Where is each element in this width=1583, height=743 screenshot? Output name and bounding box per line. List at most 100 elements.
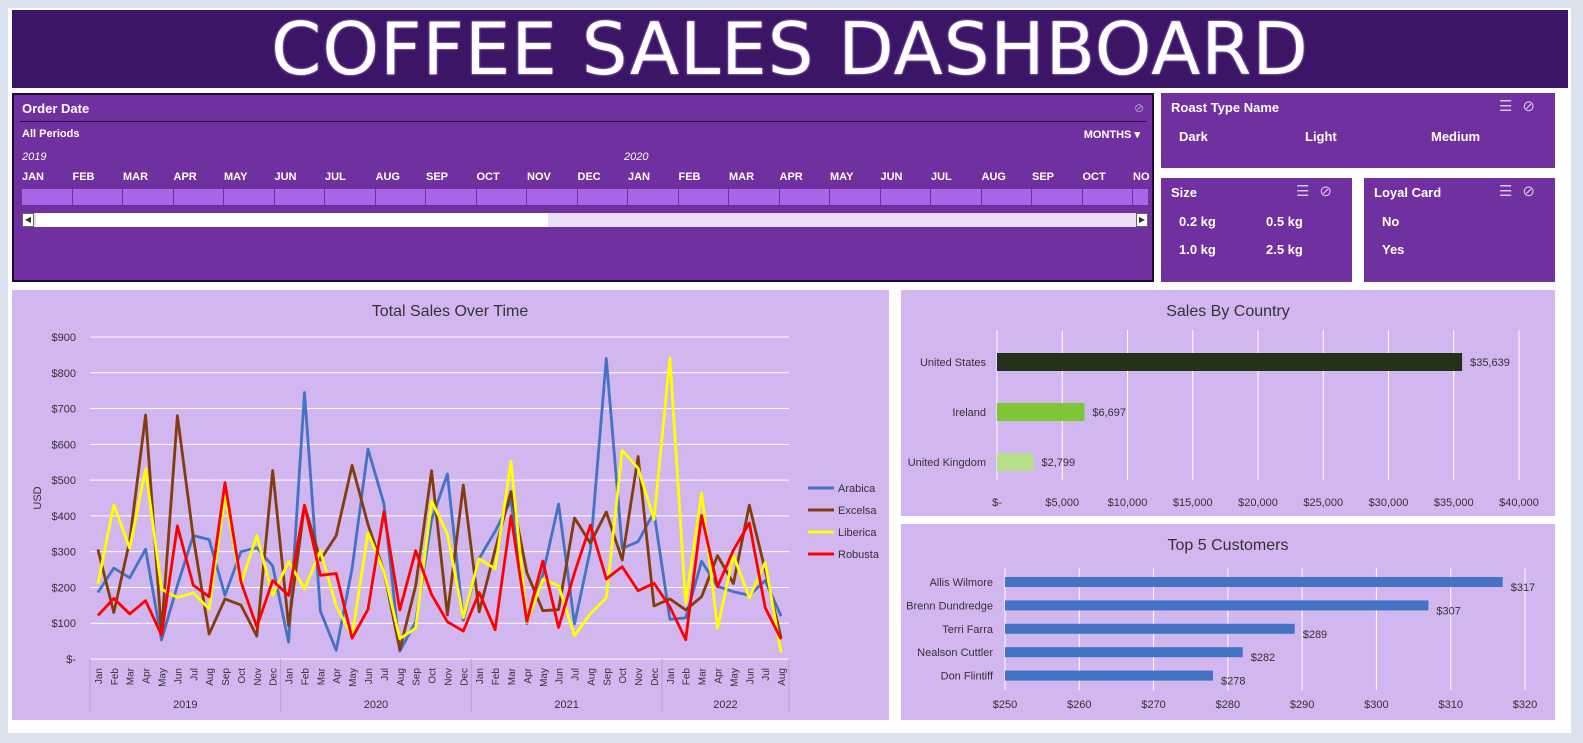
clear-filter-icon[interactable]: ⊘ — [1522, 98, 1545, 115]
timeline-month-cell[interactable] — [22, 189, 72, 205]
x-tick-label: Jan — [666, 668, 677, 684]
x-tick-label: Jul — [189, 668, 200, 681]
slicer-item-size[interactable]: 1.0 kg — [1179, 242, 1216, 257]
timeline-month-label: SEP — [426, 171, 449, 183]
clear-filter-icon[interactable]: ⊘ — [1522, 183, 1545, 200]
timeline-month-cell[interactable] — [224, 189, 274, 205]
sales-by-country-card: Sales By Country $- $5,000 $10,000 $15,000 $2… — [901, 290, 1555, 516]
timeline-month-cell[interactable] — [173, 189, 223, 205]
scroll-left-icon[interactable]: ◀ — [22, 213, 34, 227]
x-tick-label: $290 — [1290, 699, 1314, 711]
timeline-year-label: 2020 — [624, 151, 649, 163]
y-tick-label: $800 — [52, 368, 76, 380]
chevron-down-icon: ▾ — [1134, 129, 1140, 141]
x-tick-label: $320 — [1513, 699, 1537, 711]
slicer-item-size[interactable]: 2.5 kg — [1266, 242, 1303, 257]
clear-filter-icon[interactable]: ⊘ — [1319, 183, 1342, 200]
x-tick-label: Mar — [126, 667, 137, 685]
slicer-item-light[interactable]: Light — [1305, 129, 1337, 144]
timeline-month-label: APR — [779, 171, 803, 183]
timeline-month-cell[interactable] — [779, 189, 829, 205]
timeline-month-cell[interactable] — [426, 189, 476, 205]
order-date-timeline[interactable]: Order Date ⊘ All Periods MONTHS ▾ 2019 2… — [12, 93, 1154, 282]
timeline-month-cell[interactable] — [931, 189, 981, 205]
timeline-month-cell[interactable] — [1082, 189, 1132, 205]
x-tick-label: Jul — [380, 668, 391, 681]
data-label: $35,639 — [1470, 357, 1510, 369]
timeline-month-label: DEC — [577, 171, 601, 183]
timeline-month-cell[interactable] — [577, 189, 627, 205]
x-tick-label: Feb — [491, 668, 502, 686]
data-label: $307 — [1436, 605, 1460, 617]
category-label: Brenn Dundredge — [906, 600, 993, 612]
x-tick-label: Oct — [237, 668, 248, 684]
timeline-month-cell[interactable] — [880, 189, 930, 205]
multi-select-icon[interactable]: ☰ — [1499, 183, 1522, 200]
category-label: Don Flintiff — [941, 671, 994, 683]
y-tick-label: $200 — [52, 582, 76, 594]
x-tick-label: Jan — [285, 668, 296, 684]
timeline-month-cell[interactable] — [1133, 189, 1148, 205]
multi-select-icon[interactable]: ☰ — [1296, 183, 1319, 200]
x-tick-label: Jun — [745, 668, 756, 684]
legend-label: Arabica — [838, 483, 876, 495]
x-tick-label: $310 — [1438, 699, 1462, 711]
timeline-month-cell[interactable] — [729, 189, 779, 205]
top-customers-card: Top 5 Customers $250 $260 $270 $280 $290 $300 $… — [901, 524, 1555, 720]
timeline-granularity-dropdown[interactable]: MONTHS ▾ — [1084, 128, 1140, 141]
multi-select-icon[interactable]: ☰ — [1499, 98, 1522, 115]
slicer-item-size[interactable]: 0.5 kg — [1266, 214, 1303, 229]
timeline-month-cell[interactable] — [981, 189, 1031, 205]
x-tick-label: $260 — [1067, 699, 1091, 711]
loyal-card-slicer[interactable]: Loyal Card ☰⊘ No Yes — [1364, 178, 1555, 282]
sales-by-country-chart: Sales By Country $- $5,000 $10,000 $15,000 $2… — [908, 303, 1539, 509]
timeline-period-label: All Periods — [22, 128, 80, 140]
slicer-item-no[interactable]: No — [1382, 214, 1399, 229]
slicer-item-yes[interactable]: Yes — [1382, 242, 1404, 257]
y-axis-label: USD — [32, 486, 44, 509]
timeline-header: Order Date — [22, 101, 90, 116]
timeline-month-cell[interactable] — [375, 189, 425, 205]
y-tick-label: $600 — [52, 439, 76, 451]
timeline-month-label: MAY — [830, 171, 854, 183]
category-label: Nealson Cuttler — [917, 647, 993, 659]
bar — [1005, 600, 1429, 611]
top-customers-chart: Top 5 Customers $250 $260 $270 $280 $290 $300 $… — [906, 537, 1537, 711]
timeline-month-cell[interactable] — [325, 189, 375, 205]
bar — [997, 403, 1085, 421]
x-tick-label: Sep — [412, 668, 423, 686]
x-tick-label: Nov — [443, 668, 454, 686]
timeline-month-cell[interactable] — [476, 189, 526, 205]
size-slicer[interactable]: Size ☰⊘ 0.2 kg 0.5 kg 1.0 kg 2.5 kg — [1161, 178, 1352, 282]
timeline-month-cell[interactable] — [678, 189, 728, 205]
timeline-month-cell[interactable] — [1032, 189, 1082, 205]
timeline-month-cell[interactable] — [527, 189, 577, 205]
x-tick-label: $10,000 — [1108, 497, 1148, 509]
timeline-month-label: OCT — [476, 171, 500, 183]
timeline-month-label: JUN — [880, 171, 903, 183]
roast-type-slicer[interactable]: Roast Type Name ☰⊘ Dark Light Medium — [1161, 93, 1555, 168]
scroll-right-icon[interactable]: ▶ — [1136, 213, 1148, 227]
legend-label: Robusta — [838, 549, 880, 561]
slicer-item-dark[interactable]: Dark — [1179, 129, 1208, 144]
y-tick-label: $900 — [52, 332, 76, 344]
slicer-header: Roast Type Name — [1171, 100, 1280, 115]
data-label: $317 — [1511, 582, 1535, 594]
x-tick-label: Apr — [714, 667, 725, 683]
slicer-item-size[interactable]: 0.2 kg — [1179, 214, 1216, 229]
title-banner: COFFEE SALES DASHBOARD — [12, 10, 1568, 88]
timeline-month-cell[interactable] — [830, 189, 880, 205]
timeline-month-cell[interactable] — [628, 189, 678, 205]
timeline-month-cell[interactable] — [274, 189, 324, 205]
y-tick-label: $700 — [52, 404, 76, 416]
timeline-scrollbar-thumb[interactable] — [36, 213, 548, 227]
timeline-month-label: JAN — [22, 171, 45, 183]
timeline-month-cell[interactable] — [72, 189, 122, 205]
clear-filter-icon[interactable]: ⊘ — [1134, 101, 1144, 115]
slicer-item-medium[interactable]: Medium — [1431, 129, 1480, 144]
x-tick-label: $25,000 — [1303, 497, 1343, 509]
timeline-month-cell[interactable] — [123, 189, 173, 205]
category-label: Terri Farra — [942, 624, 994, 636]
bar — [1005, 577, 1503, 587]
x-tick-label: $5,000 — [1045, 497, 1079, 509]
